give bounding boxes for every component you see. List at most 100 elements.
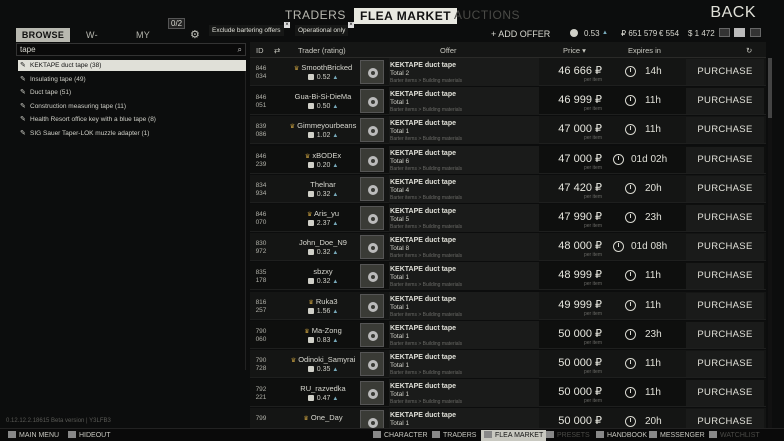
flea-market-button[interactable]: FLEA MARKET [481,430,547,441]
offer-cell[interactable]: KEKTAPE duct tape Total 1 Barter items > B… [389,262,539,291]
item-thumbnail[interactable] [360,352,384,376]
purchase-button[interactable]: PURCHASE [686,59,764,85]
offer-cell[interactable]: KEKTAPE duct tape Total 8 Barter items > B… [389,233,539,262]
character-button[interactable]: CHARACTER [373,431,428,439]
search-icon[interactable]: ⌕ [238,45,242,55]
purchase-button[interactable]: PURCHASE [686,380,764,407]
item-thumbnail[interactable] [360,293,384,318]
purchase-button[interactable]: PURCHASE [686,409,764,428]
trader-name[interactable]: sbzxy [288,267,358,276]
list-view-icon[interactable] [734,28,745,37]
result-item[interactable]: ✎ Insulating tape (49) [18,74,246,85]
trader-cell[interactable]: RU_razvedka 0.47 ▲ [288,379,358,407]
purchase-button[interactable]: PURCHASE [686,88,764,115]
result-item[interactable]: ✎ Construction measuring tape (11) [18,101,246,112]
trader-cell[interactable]: ♛ One_Day [288,408,358,428]
trader-cell[interactable]: sbzxy 0.32 ▲ [288,262,358,290]
scrollbar-thumb[interactable] [768,58,772,118]
search-input[interactable]: tape ⌕ [16,43,246,56]
tab-auctions[interactable]: AUCTIONS [454,8,520,22]
trader-cell[interactable]: ♛ SmoothBricked 0.52 ▲ [288,58,358,86]
offer-cell[interactable]: KEKTAPE duct tape Total 1 Barter items > B… [389,350,539,378]
filter-operational-only[interactable]: Operational only [295,25,349,36]
item-thumbnail[interactable] [360,147,384,172]
trader-cell[interactable]: ♛ Odinoki_Samyrai 0.35 ▲ [288,350,358,378]
add-offer-button[interactable]: + ADD OFFER [491,29,550,39]
trader-cell[interactable]: ♛ xBODEx 0.20 ▲ [288,146,358,174]
trader-cell[interactable]: Gua-Bi-Si-DieMa 0.50 ▲ [288,87,358,115]
result-item[interactable]: ✎ Health Resort office key with a blue ta… [18,114,246,125]
search-value[interactable]: tape [20,44,36,56]
item-thumbnail[interactable] [360,206,384,230]
offer-cell[interactable]: KEKTAPE duct tape Total 1 [389,408,539,428]
header-expires[interactable]: Expires in [628,46,661,55]
close-icon[interactable]: × [284,22,290,28]
tab-traders[interactable]: TRADERS [285,8,346,22]
offer-cell[interactable]: KEKTAPE duct tape Total 1 Barter items > B… [389,291,539,320]
trader-name[interactable]: RU_razvedka [288,384,358,393]
purchase-button[interactable]: PURCHASE [686,351,764,377]
grid-view-icon[interactable] [719,28,730,37]
trader-name[interactable]: ♛ Gimmeyourbeans [288,121,358,130]
item-thumbnail[interactable] [360,381,384,406]
trader-name[interactable]: ♛ Aris_yu [288,209,358,218]
presets-button[interactable]: PRESETS [546,431,590,439]
trader-name[interactable]: ♛ Ma-Zong [288,326,358,335]
trader-name[interactable]: ♛ Odinoki_Samyrai [288,355,358,364]
trader-cell[interactable]: ♛ Ruka3 1.56 ▲ [288,292,358,320]
trader-cell[interactable]: Thelnar 0.32 ▲ [288,175,358,203]
item-thumbnail[interactable] [360,89,384,114]
offer-cell[interactable]: KEKTAPE duct tape Total 2 Barter items > B… [389,58,539,86]
result-item[interactable]: ✎ SIG Sauer Taper-LOK muzzle adapter (1) [18,128,246,139]
item-thumbnail[interactable] [360,176,384,201]
purchase-button[interactable]: PURCHASE [686,234,764,261]
gear-icon[interactable]: ⚙ [190,28,200,41]
traders-button[interactable]: TRADERS [432,431,476,439]
handbook-button[interactable]: HANDBOOK [596,431,647,439]
main-menu-button[interactable]: MAIN MENU [8,431,59,439]
purchase-button[interactable]: PURCHASE [686,321,764,348]
purchase-button[interactable]: PURCHASE [686,263,764,290]
reload-icon[interactable]: ↻ [746,46,752,55]
hideout-button[interactable]: HIDEOUT [68,431,111,439]
trader-name[interactable]: John_Doe_N9 [288,238,358,247]
offer-cell[interactable]: KEKTAPE duct tape Total 1 Barter items > B… [389,116,539,145]
trader-cell[interactable]: ♛ Ma-Zong 0.83 ▲ [288,321,358,349]
item-thumbnail[interactable] [360,410,384,428]
purchase-button[interactable]: PURCHASE [686,117,764,144]
item-thumbnail[interactable] [360,235,384,260]
back-button[interactable]: BACK [710,4,756,22]
offer-cell[interactable]: KEKTAPE duct tape Total 1 Barter items > B… [389,320,539,349]
result-item[interactable]: ✎ KEKTAPE duct tape (38) [18,60,246,71]
tab-flea-market[interactable]: FLEA MARKET [354,8,458,24]
header-offer[interactable]: Offer [440,46,457,55]
offer-cell[interactable]: KEKTAPE duct tape Total 5 Barter items > B… [389,204,539,232]
item-thumbnail[interactable] [360,60,384,84]
result-item[interactable]: ✎ Duct tape (51) [18,87,246,98]
purchase-button[interactable]: PURCHASE [686,292,764,319]
header-price[interactable]: Price ▾ [563,46,586,55]
tab-browse[interactable]: BROWSE [16,28,70,42]
messenger-button[interactable]: MESSENGER [649,431,705,439]
item-thumbnail[interactable] [360,322,384,347]
purchase-button[interactable]: PURCHASE [686,175,764,202]
trader-name[interactable]: ♛ xBODEx [288,151,358,160]
offer-cell[interactable]: KEKTAPE duct tape Total 6 Barter items > B… [389,145,539,174]
filter-exclude-barter[interactable]: Exclude bartering offers [209,25,284,36]
offer-cell[interactable]: KEKTAPE duct tape Total 1 Barter items > B… [389,379,539,408]
watchlist-button[interactable]: WATCHLIST [709,431,760,439]
offer-cell[interactable]: KEKTAPE duct tape Total 1 Barter items > B… [389,87,539,116]
close-icon[interactable]: × [348,22,354,28]
trader-cell[interactable]: ♛ Gimmeyourbeans 1.02 ▲ [288,116,358,144]
trader-name[interactable]: ♛ SmoothBricked [288,63,358,72]
trader-name[interactable]: Thelnar [288,180,358,189]
item-thumbnail[interactable] [360,264,384,289]
tab-my-offers[interactable]: MY OFFERS [136,28,174,54]
purchase-button[interactable]: PURCHASE [686,146,764,173]
trader-name[interactable]: ♛ One_Day [288,413,358,422]
scrollbar[interactable] [768,58,772,428]
header-id[interactable]: ID [256,46,264,55]
item-thumbnail[interactable] [360,118,384,143]
purchase-button[interactable]: PURCHASE [686,205,764,231]
trader-cell[interactable]: John_Doe_N9 0.32 ▲ [288,233,358,261]
